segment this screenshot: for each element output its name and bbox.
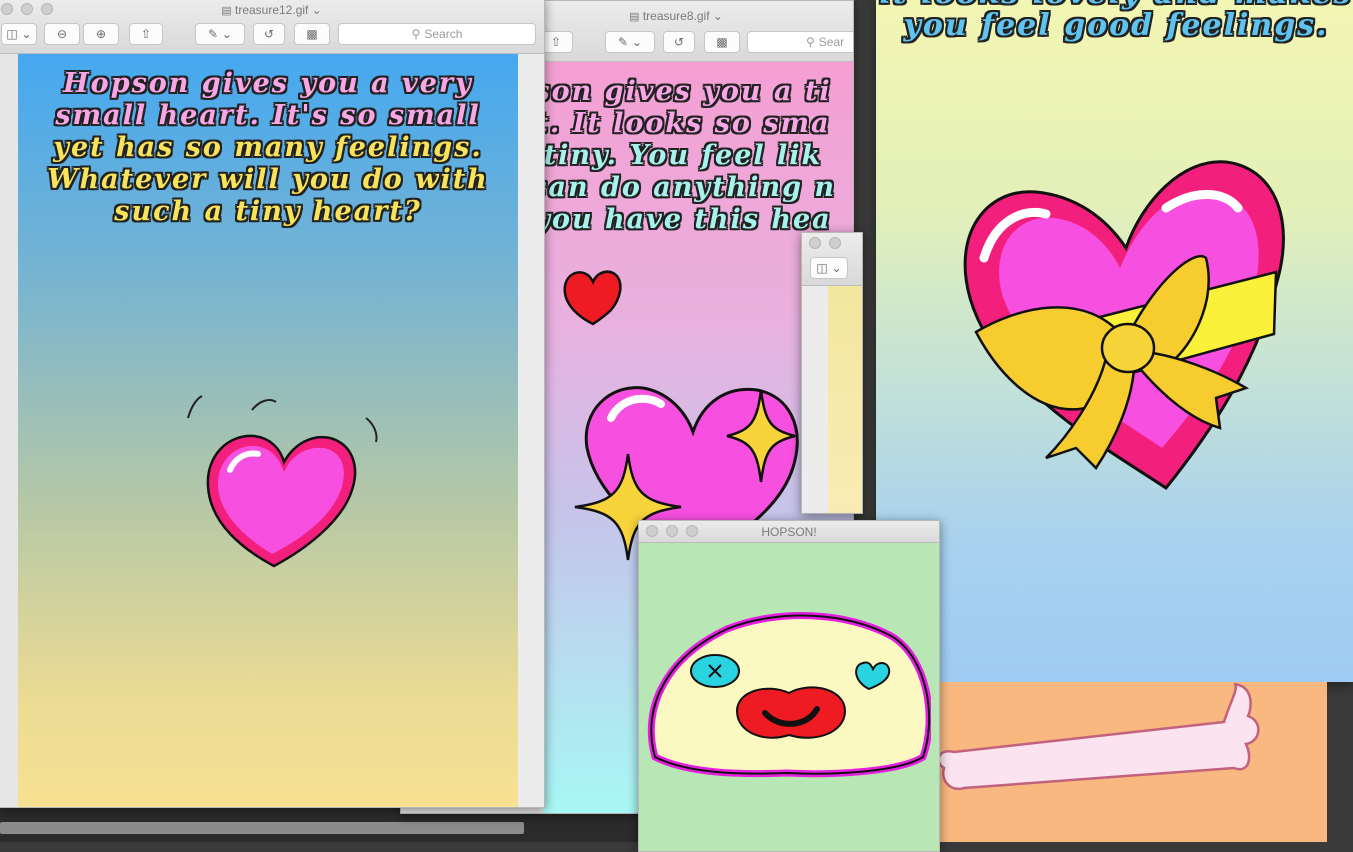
toolbox-button[interactable]: ▩ (704, 31, 740, 53)
caption-line: small heart. It's so small (55, 100, 481, 131)
search-field[interactable]: ⚲ Sear (747, 31, 853, 53)
sidebar-toggle-button[interactable]: ◫ ⌄ (810, 257, 848, 279)
markup-icon: ✎ ⌄ (208, 27, 232, 41)
hopson-title: HOPSON! (761, 525, 817, 539)
small-background-window: ◫ ⌄ (801, 232, 863, 514)
share-icon: ⇧ (140, 27, 152, 41)
search-field[interactable]: ⚲ Search (338, 23, 536, 45)
treasure12-sidebar-left (0, 54, 18, 807)
zoom-in-button[interactable]: ⊕ (83, 23, 119, 45)
toolbox-button[interactable]: ▩ (294, 23, 330, 45)
hopson-window: HOPSON! (638, 520, 940, 852)
caption-line: Whatever will you do with (47, 164, 489, 195)
toolbox-icon: ▩ (716, 35, 728, 49)
toolbox-icon: ▩ (306, 27, 318, 41)
treasure8-title: ▤ treasure8.gif ⌄ (629, 9, 723, 23)
small-window-titlebar[interactable]: ◫ ⌄ (802, 233, 862, 286)
search-placeholder: Sear (818, 35, 845, 49)
hopson-titlebar[interactable]: HOPSON! (639, 521, 939, 543)
zoom-in-icon: ⊕ (95, 27, 107, 41)
search-placeholder: Search (424, 27, 463, 41)
treasure12-title: ▤ treasure12.gif ⌄ (221, 3, 322, 17)
zoom-out-button[interactable]: ⊖ (44, 23, 80, 45)
treasure8-title-text: treasure8.gif (642, 9, 710, 23)
desktop-scrollbar[interactable] (0, 822, 524, 834)
small-red-heart-icon (563, 270, 622, 326)
markup-icon: ✎ ⌄ (618, 35, 642, 49)
sidebar-toggle-button[interactable]: ◫ ⌄ (1, 23, 37, 45)
markup-button[interactable]: ✎ ⌄ (605, 31, 655, 53)
sparkle-icon (726, 389, 796, 483)
search-icon: ⚲ (806, 35, 815, 49)
hopson-character[interactable] (647, 607, 931, 779)
heart-bow-window: it looks lovely and makes you feel good … (876, 0, 1353, 682)
close-button[interactable] (809, 237, 821, 249)
minimize-button[interactable] (829, 237, 841, 249)
caption-line: you feel good feelings. (903, 8, 1329, 43)
sidebar-icon: ◫ ⌄ (816, 261, 842, 275)
share-icon: ⇧ (550, 35, 562, 49)
bone-icon (937, 682, 1260, 791)
treasure12-scroll-gutter (518, 54, 544, 807)
caption-line: Hopson gives you a very (63, 68, 473, 99)
treasure12-window: ▤ treasure12.gif ⌄ ◫ ⌄ ⊖ ⊕ ⇧ ✎ ⌄ ↺ ▩ ⚲ Se… (0, 0, 545, 808)
caption-line: such a tiny heart? (114, 196, 422, 227)
small-window-image (828, 286, 862, 513)
rotate-button[interactable]: ↺ (663, 31, 695, 53)
zoom-out-icon: ⊖ (56, 27, 68, 41)
file-icon: ▤ (221, 5, 232, 17)
treasure12-titlebar[interactable]: ▤ treasure12.gif ⌄ ◫ ⌄ ⊖ ⊕ ⇧ ✎ ⌄ ↺ ▩ ⚲ Se… (0, 0, 544, 54)
treasure12-title-text: treasure12.gif (234, 3, 309, 17)
tiny-heart-icon (187, 395, 378, 568)
rotate-icon: ↺ (673, 35, 685, 49)
search-icon: ⚲ (411, 27, 421, 41)
share-button[interactable]: ⇧ (129, 23, 163, 45)
caption-line: yet has so many feelings. (53, 132, 483, 163)
treasure12-image: Hopson gives you a very small heart. It'… (18, 54, 518, 807)
heart-bow-caption: it looks lovely and makes you feel good … (876, 0, 1353, 42)
treasure12-caption: Hopson gives you a very small heart. It'… (18, 68, 518, 228)
window-controls (809, 237, 841, 249)
bone-window (934, 682, 1327, 842)
rotate-icon: ↺ (263, 27, 275, 41)
sidebar-icon: ◫ ⌄ (6, 27, 32, 41)
rotate-button[interactable]: ↺ (253, 23, 285, 45)
gift-heart-icon (963, 160, 1285, 491)
file-icon: ▤ (629, 11, 640, 23)
markup-button[interactable]: ✎ ⌄ (195, 23, 245, 45)
